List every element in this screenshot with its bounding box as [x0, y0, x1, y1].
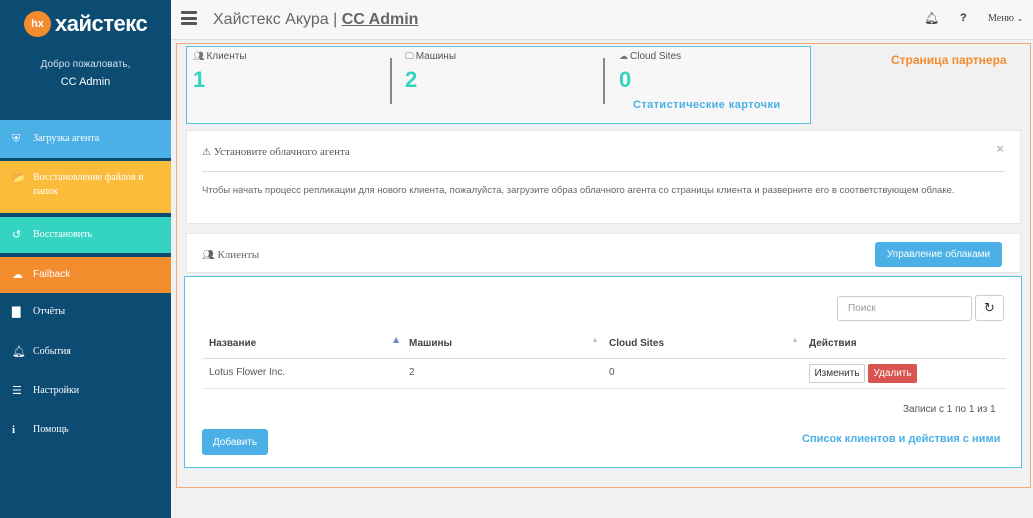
sidebar-item-help[interactable]: i Помощь — [0, 423, 171, 443]
add-client-button[interactable]: Добавить — [202, 429, 268, 455]
title-link[interactable]: CC Admin — [342, 11, 419, 28]
sort-icon[interactable]: ▴ — [793, 335, 797, 344]
clients-title-text: Клиенты — [217, 249, 260, 261]
undo-icon: ↺ — [12, 228, 22, 241]
cloud-icon: ☁ — [619, 52, 628, 62]
sidebar-item-settings[interactable]: ☰ Настройки — [0, 384, 171, 404]
alert-divider — [202, 171, 1005, 172]
sort-icon[interactable]: ▴ — [593, 335, 597, 344]
sidebar-item-restore[interactable]: ↺ Восстановить — [0, 217, 171, 253]
sidebar-item-file-restore[interactable]: 📂 Восстановление файлов и папок — [0, 161, 171, 213]
edit-button[interactable]: Изменить — [809, 364, 865, 383]
stat-label: Cloud Sites — [630, 51, 682, 62]
sidebar-item-reports[interactable]: ▇ Отчёты — [0, 305, 171, 325]
alert-title-text: Установите облачного агента — [213, 146, 350, 158]
user-name: CC Admin — [60, 76, 111, 88]
column-header-cloud-sites[interactable]: Cloud Sites — [609, 338, 664, 349]
bell-icon: 🔔︎ — [12, 345, 26, 358]
column-header-actions: Действия — [809, 338, 857, 349]
stat-value: 1 — [193, 67, 206, 92]
sidebar-item-failback[interactable]: ☁ Failback — [0, 257, 171, 293]
top-header: Хайстекс Акура | CC Admin 🔔︎ ? Меню ⌄ — [171, 0, 1033, 40]
bar-chart-icon: ▇ — [12, 305, 21, 318]
stat-divider — [603, 58, 605, 104]
sidebar-item-label: Отчёты — [33, 306, 66, 317]
logo-badge: hx — [24, 11, 51, 37]
cloud-download-icon: ☁ — [12, 268, 23, 281]
row-divider — [203, 388, 1006, 389]
sidebar-item-label: Восстановить — [33, 229, 93, 240]
partner-page-label: Страница партнера — [891, 53, 1007, 67]
sidebar-item-events[interactable]: 🔔︎ События — [0, 345, 171, 365]
clients-table-panel: ↻ Название ▲ Машины ▴ Cloud Sites ▴ Дейс… — [184, 276, 1022, 468]
alert-text: Чтобы начать процесс репликации для ново… — [202, 185, 955, 196]
clients-panel-header: 👥︎ Клиенты Управление облаками — [186, 233, 1021, 273]
cell-client-name[interactable]: Lotus Flower Inc. — [209, 367, 285, 378]
stat-card-cloud-sites[interactable]: ☁ Cloud Sites 0 — [619, 51, 681, 93]
notifications-bell-icon[interactable]: 🔔︎ — [924, 11, 939, 25]
warning-icon: ⚠ — [202, 147, 211, 158]
stat-label: Клиенты — [206, 51, 247, 62]
column-header-name[interactable]: Название — [209, 338, 256, 349]
delete-button[interactable]: Удалить — [868, 364, 917, 383]
brand-logo[interactable]: hx хайстекс — [24, 11, 148, 37]
alert-title: ⚠ Установите облачного агента — [202, 146, 350, 158]
clients-caption: Список клиентов и действия с ними — [802, 433, 1001, 445]
sidebar-item-label: Помощь — [33, 424, 69, 435]
desktop-icon: 🖵︎ — [405, 52, 414, 62]
folder-open-icon: 📂 — [12, 171, 26, 184]
sort-asc-icon[interactable]: ▲ — [393, 335, 399, 344]
search-input[interactable] — [837, 296, 972, 321]
help-button[interactable]: ? — [960, 12, 967, 24]
brand-name: хайстекс — [55, 11, 148, 36]
sidebar-item-label: Загрузка агента — [33, 133, 100, 144]
shield-icon: ⛨ — [12, 132, 21, 145]
page-title: Хайстекс Акура | CC Admin — [213, 11, 418, 29]
refresh-icon[interactable]: ↻ — [975, 295, 1004, 321]
stats-caption: Статистические карточки — [633, 99, 781, 111]
stat-cards: 👥︎ Клиенты 1 🖵︎ Машины 2 ☁ Cloud Sites 0 Ст… — [186, 46, 811, 124]
cell-cloud-sites: 0 — [609, 367, 615, 378]
info-icon: i — [12, 424, 16, 436]
users-icon: 👥︎ — [202, 250, 215, 261]
stat-card-clients[interactable]: 👥︎ Клиенты 1 — [193, 51, 247, 93]
close-icon[interactable]: × — [996, 141, 1004, 156]
menu-label: Меню — [988, 13, 1015, 24]
stat-label: Машины — [415, 51, 457, 62]
sidebar-item-label: События — [33, 346, 71, 357]
install-agent-alert: ⚠ Установите облачного агента × Чтобы на… — [186, 130, 1021, 224]
sidebar-item-agent-download[interactable]: ⛨ Загрузка агента — [0, 120, 171, 158]
welcome-text: Добро пожаловать, — [40, 59, 131, 70]
header-divider — [203, 358, 1006, 359]
sidebar-item-label: Failback — [33, 269, 71, 280]
chevron-down-icon: ⌄ — [1016, 14, 1024, 23]
hamburger-menu-icon[interactable] — [181, 11, 197, 25]
clients-title: 👥︎ Клиенты — [202, 249, 259, 261]
sidebar-item-label: Настройки — [33, 385, 80, 396]
stat-card-machines[interactable]: 🖵︎ Машины 2 — [405, 51, 456, 93]
user-menu-dropdown[interactable]: Меню ⌄ — [988, 13, 1023, 24]
sidebar-item-label: Восстановление файлов и папок — [33, 172, 144, 197]
users-icon: 👥︎ — [193, 52, 205, 62]
records-info: Записи с 1 по 1 из 1 — [903, 404, 996, 415]
title-text: Хайстекс Акура | — [213, 11, 342, 28]
stat-value: 2 — [405, 67, 418, 92]
cell-machines: 2 — [409, 367, 415, 378]
stat-value: 0 — [619, 67, 632, 92]
manage-clouds-button[interactable]: Управление облаками — [875, 242, 1002, 267]
sliders-icon: ☰ — [12, 384, 22, 397]
stat-divider — [390, 58, 392, 104]
column-header-machines[interactable]: Машины — [409, 338, 452, 349]
sidebar: hx хайстекс Добро пожаловать, CC Admin ⛨… — [0, 0, 171, 518]
